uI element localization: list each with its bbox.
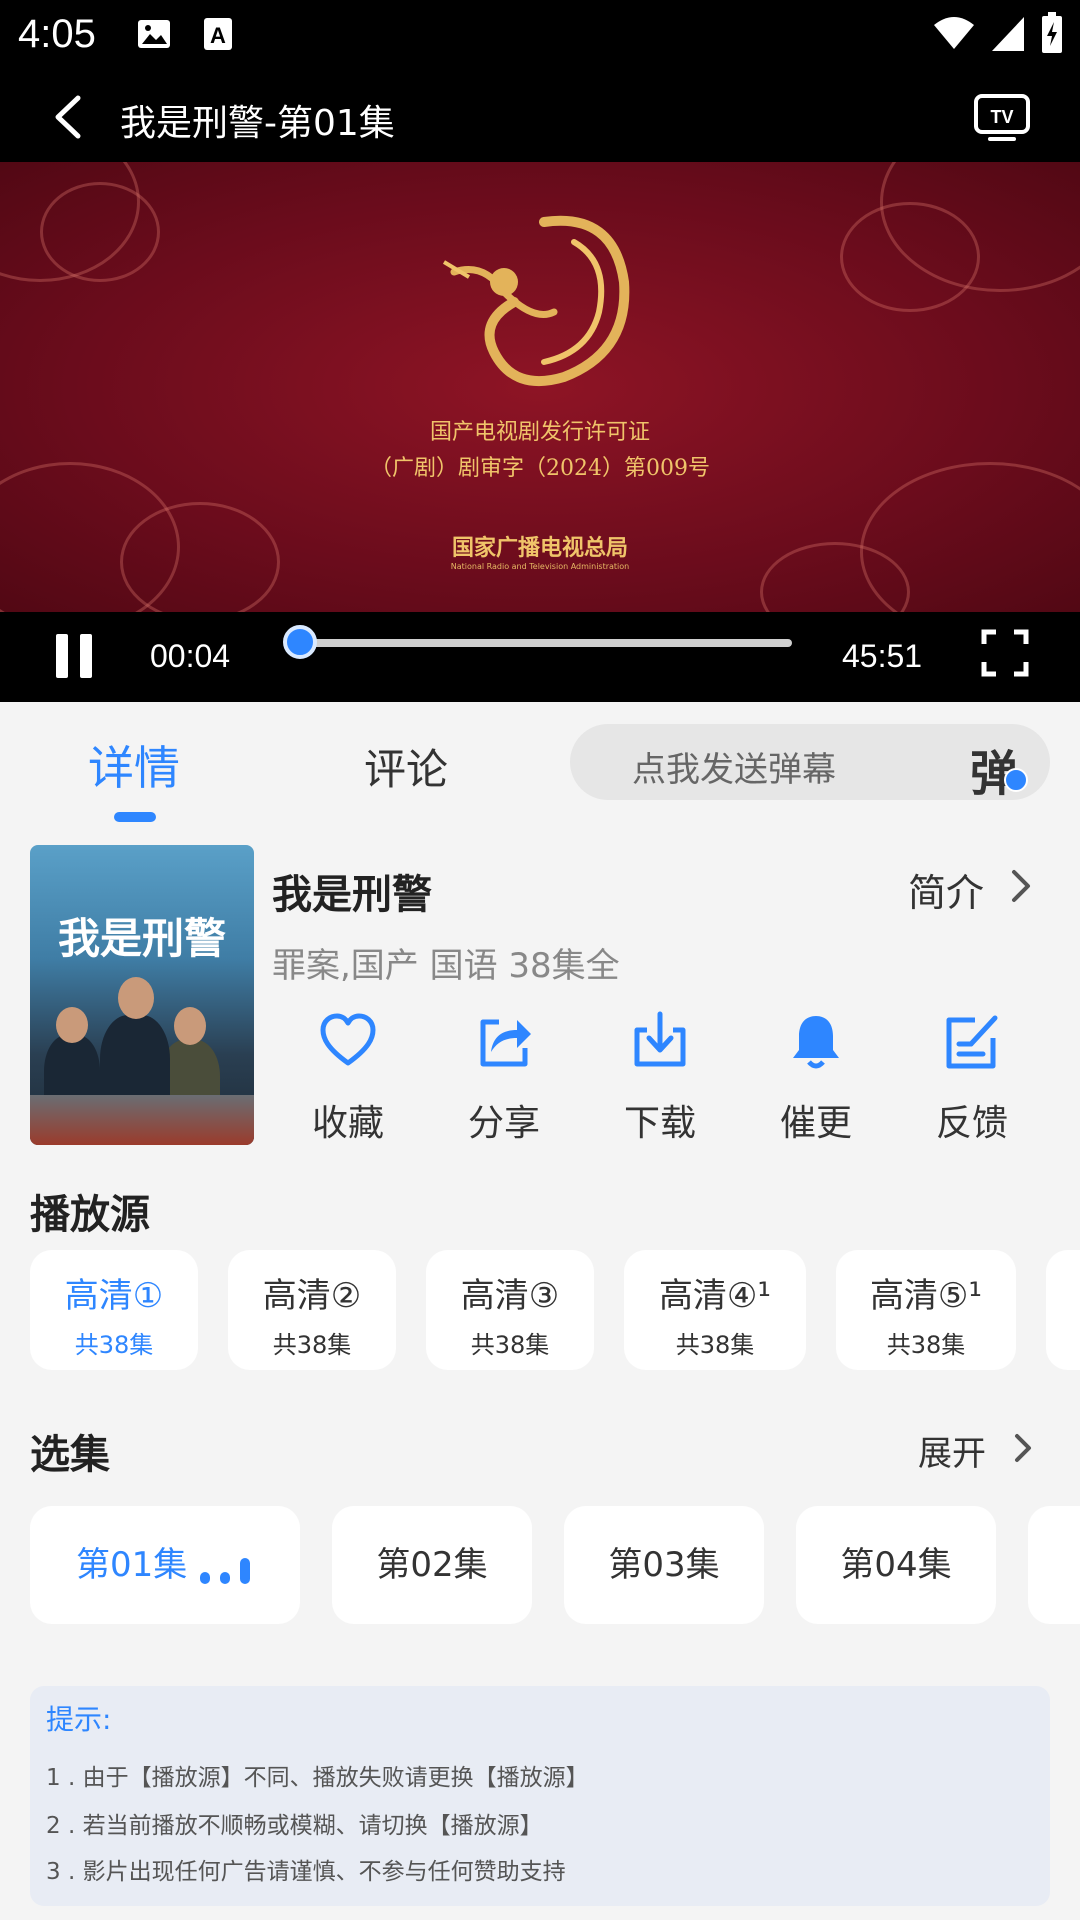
tab-comments[interactable]: 评论 [364, 736, 448, 797]
episode-item[interactable]: 第02集 [332, 1506, 532, 1624]
broadcast-emblem-icon [442, 215, 630, 387]
poster-image: 我是刑警 [30, 845, 254, 1145]
sources-title: 播放源 [30, 1192, 150, 1238]
download-icon [634, 1011, 686, 1067]
episode-label: 第04集 [840, 1545, 952, 1585]
svg-text:A: A [210, 23, 226, 48]
source-name: 高清④¹ [658, 1276, 772, 1316]
page-title: 我是刑警-第01集 [120, 103, 395, 144]
tips-title: 提示: [46, 1703, 112, 1736]
tab-details[interactable]: 详情 [88, 732, 180, 798]
title-bar: 我是刑警-第01集 TV [0, 72, 1080, 162]
tab-indicator [114, 812, 156, 822]
source-item[interactable]: 高清④¹ 共38集 [624, 1250, 806, 1370]
wifi-icon [934, 17, 974, 49]
share-button[interactable]: 分享 [444, 1010, 564, 1146]
share-icon [480, 1019, 531, 1067]
source-item[interactable]: 高清⑤¹ 共38集 [836, 1250, 1016, 1370]
source-count: 共38集 [272, 1331, 352, 1359]
favorite-button[interactable]: 收藏 [288, 1010, 408, 1146]
poster-title: 我是刑警 [57, 914, 226, 963]
episode-item[interactable]: 第04集 [796, 1506, 996, 1624]
source-item[interactable]: 高清③ 共38集 [426, 1250, 594, 1370]
expand-link[interactable]: 展开 [918, 1426, 986, 1475]
danmu-placeholder: 点我发送弹幕 [632, 750, 836, 790]
episodes-title: 选集 [30, 1432, 110, 1478]
source-item[interactable]: 高清② 共38集 [228, 1250, 396, 1370]
share-label: 分享 [467, 1103, 540, 1144]
back-arrow-icon[interactable] [42, 90, 96, 144]
playing-bars-icon [200, 1558, 252, 1584]
feedback-label: 反馈 [935, 1103, 1008, 1144]
signal-icon [992, 17, 1024, 51]
show-meta: 罪案,国产 国语 38集全 [272, 946, 620, 986]
source-name: 高清⑤¹ [869, 1276, 983, 1316]
episode-label: 第03集 [608, 1545, 720, 1585]
pause-icon[interactable] [56, 634, 96, 678]
tips-box: 提示: 1 . 由于【播放源】不同、播放失败请更换【播放源】 2 . 若当前播放… [30, 1686, 1050, 1906]
heart-icon [320, 1013, 376, 1066]
episode-label: 第01集 [76, 1545, 188, 1585]
source-count: 共38集 [675, 1331, 755, 1359]
video-player[interactable]: 国产电视剧发行许可证 （广剧）剧审字（2024）第009号 国家广播电视总局 N… [0, 162, 1080, 612]
download-label: 下载 [623, 1103, 696, 1144]
favorite-label: 收藏 [311, 1103, 384, 1144]
intro-link[interactable]: 简介 [908, 862, 984, 917]
source-name: 高清③ [460, 1276, 560, 1316]
danmu-input[interactable]: 点我发送弹幕 弹 [570, 724, 1050, 802]
battery-icon [1042, 12, 1062, 53]
bell-icon [793, 1016, 839, 1069]
license-line-1: 国产电视剧发行许可证 [429, 420, 650, 445]
episode-item[interactable]: 第03集 [564, 1506, 764, 1624]
source-name: 高清② [262, 1276, 362, 1316]
source-item-partial[interactable] [1046, 1250, 1080, 1370]
episode-item-partial[interactable] [1028, 1506, 1080, 1624]
org-name: 国家广播电视总局 [451, 536, 628, 561]
seek-thumb[interactable] [282, 625, 317, 659]
source-count: 共38集 [886, 1331, 966, 1359]
tip-line: 1 . 由于【播放源】不同、播放失败请更换【播放源】 [46, 1765, 589, 1791]
org-name-en: National Radio and Television Administra… [450, 562, 630, 571]
episode-label: 第02集 [376, 1545, 488, 1585]
tv-cast-icon[interactable]: TV [972, 90, 1032, 144]
tab-bar: 详情 评论 点我发送弹幕 弹 [0, 702, 1080, 822]
chevron-right-icon[interactable] [1006, 866, 1036, 906]
remind-button[interactable]: 催更 [756, 1010, 876, 1146]
status-bar: 4:05 A [0, 0, 1080, 72]
episode-item[interactable]: 第01集 [30, 1506, 300, 1624]
current-time: 00:04 [150, 638, 231, 674]
tip-line: 3 . 影片出现任何广告请谨慎、不参与任何赞助支持 [46, 1859, 566, 1885]
feedback-button[interactable]: 反馈 [912, 1010, 1032, 1146]
source-count: 共38集 [470, 1331, 550, 1359]
image-icon [138, 20, 170, 48]
player-controls: 00:04 45:51 [0, 612, 1080, 702]
download-button[interactable]: 下载 [600, 1010, 720, 1146]
show-title: 我是刑警 [272, 872, 432, 918]
source-count: 共38集 [74, 1331, 154, 1359]
feedback-icon [946, 1015, 998, 1069]
license-line-2: （广剧）剧审字（2024）第009号 [370, 456, 710, 481]
source-item[interactable]: 高清① 共38集 [30, 1250, 198, 1370]
danmu-check-icon [1004, 768, 1028, 792]
font-icon: A [204, 18, 232, 50]
status-time: 4:05 [18, 12, 96, 56]
seek-bar[interactable] [282, 625, 792, 659]
tip-line: 2 . 若当前播放不顺畅或模糊、请切换【播放源】 [46, 1813, 543, 1839]
duration: 45:51 [842, 638, 923, 674]
fullscreen-icon[interactable] [980, 628, 1030, 678]
chevron-right-icon[interactable] [1010, 1430, 1036, 1466]
source-name: 高清① [64, 1276, 164, 1316]
remind-label: 催更 [779, 1103, 852, 1144]
svg-text:TV: TV [990, 107, 1013, 127]
